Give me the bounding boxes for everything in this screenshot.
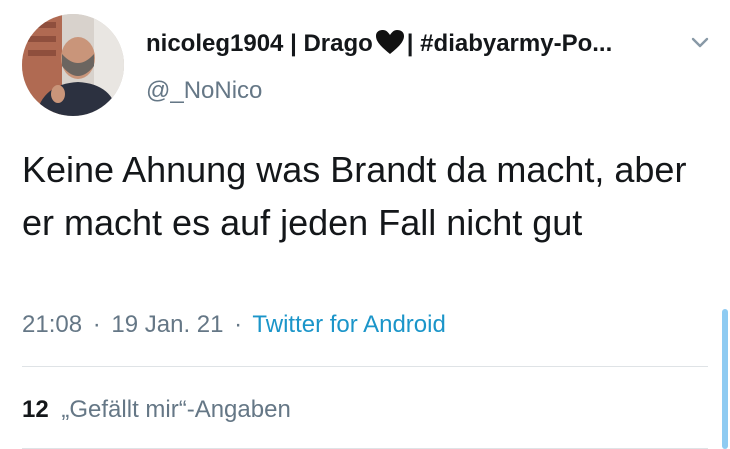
display-name-suffix: | #diabyarmy-Po...	[406, 29, 613, 57]
black-heart-icon	[375, 29, 405, 62]
divider	[22, 366, 708, 367]
likes-count: 12	[22, 396, 49, 423]
scroll-indicator	[722, 309, 728, 449]
tweet-date[interactable]: 19 Jan. 21	[111, 311, 223, 338]
tweet-time[interactable]: 21:08	[22, 311, 82, 338]
chevron-down-icon[interactable]	[687, 33, 713, 53]
user-handle[interactable]: @_NoNico	[146, 77, 262, 105]
tweet-detail: nicoleg1904 | Drago | #diabyarmy-Po... @…	[0, 0, 730, 449]
likes-stat[interactable]: 12 „Gefällt mir“-Angaben	[22, 396, 291, 424]
tweet-text: Keine Ahnung was Brandt da macht, aber e…	[22, 149, 687, 243]
profile-photo-icon	[22, 14, 124, 116]
meta-separator: ·	[234, 311, 243, 338]
avatar[interactable]	[22, 14, 124, 116]
meta-separator: ·	[92, 311, 101, 338]
tweet-meta: 21:08 · 19 Jan. 21 · Twitter for Android	[22, 311, 446, 339]
likes-label: „Gefällt mir“-Angaben	[61, 396, 291, 423]
display-name[interactable]: nicoleg1904 | Drago | #diabyarmy-Po...	[146, 27, 612, 60]
tweet-source-link[interactable]: Twitter for Android	[252, 311, 445, 338]
display-name-prefix: nicoleg1904 | Drago	[146, 29, 373, 57]
